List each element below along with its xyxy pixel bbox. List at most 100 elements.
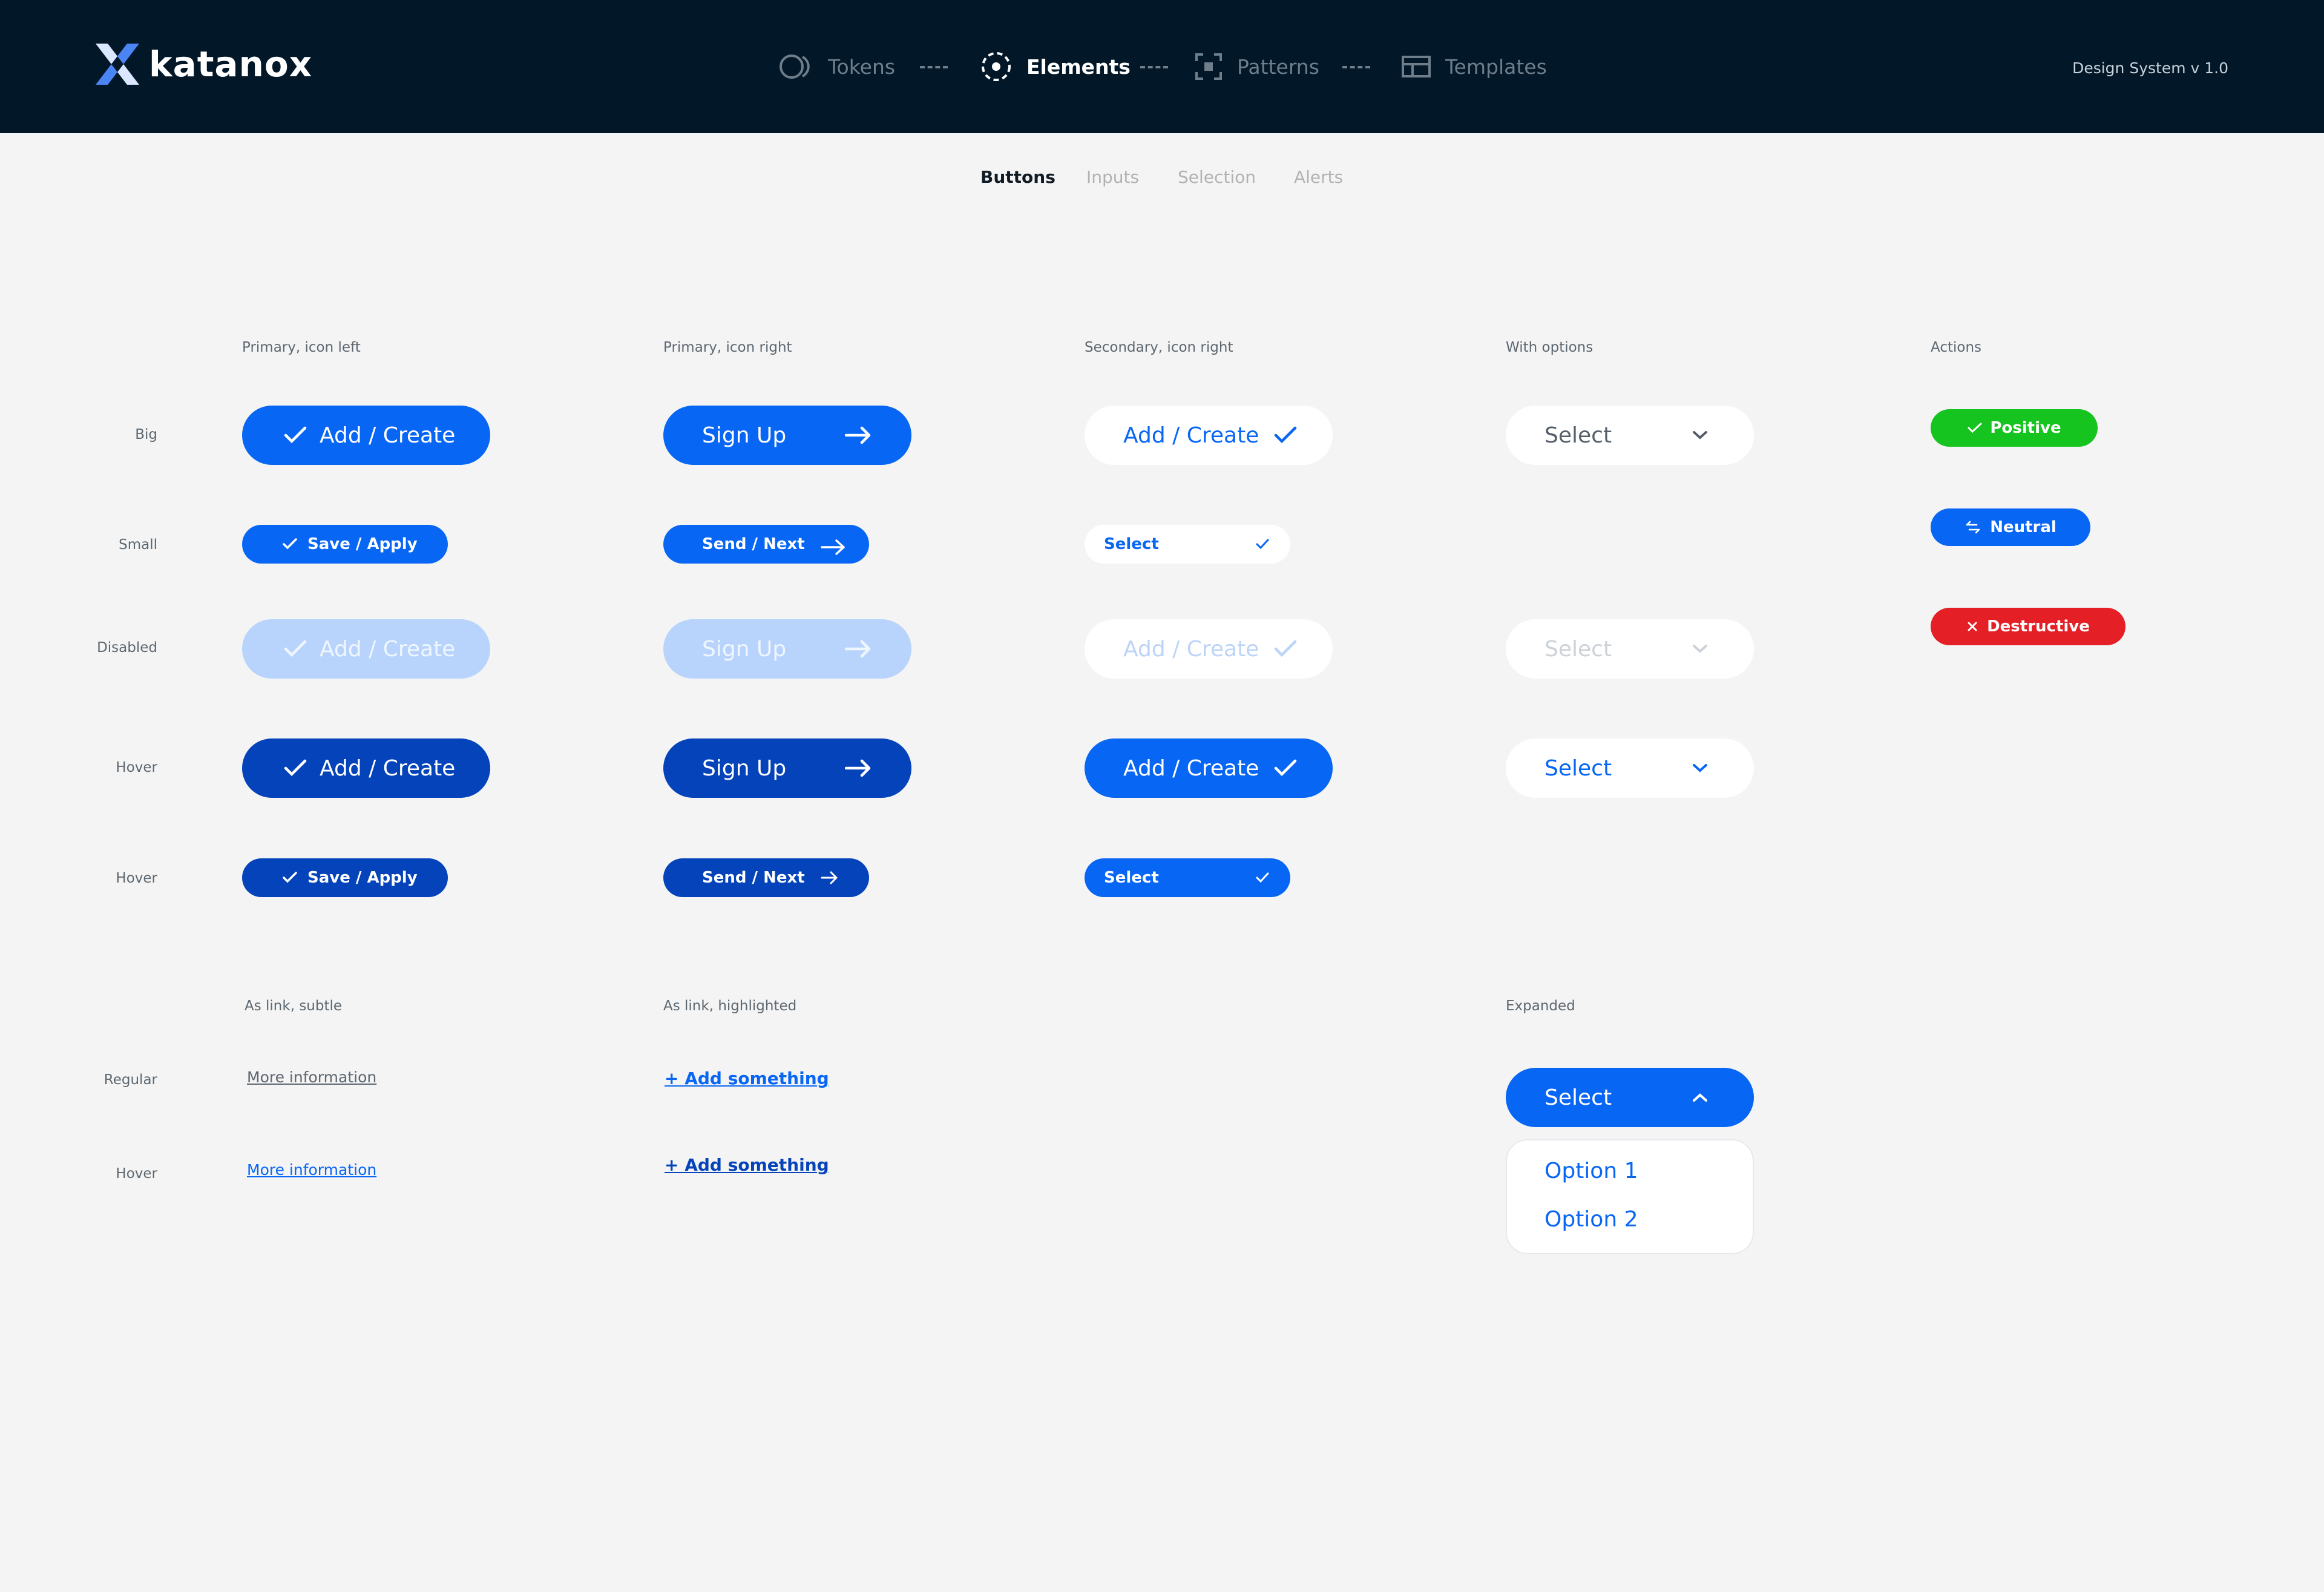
brand-name: katanox: [149, 44, 313, 85]
neutral-button[interactable]: Neutral: [1931, 508, 2090, 546]
nav-tokens-label: Tokens: [828, 54, 896, 79]
row-header: Small: [119, 537, 157, 553]
select-small-button[interactable]: Select: [1085, 525, 1290, 564]
button-label: Add / Create: [320, 755, 456, 781]
add-create-button-hover[interactable]: Add / Create: [242, 738, 490, 798]
sign-up-button-hover[interactable]: Sign Up: [663, 738, 911, 798]
nav-templates-label: Templates: [1445, 54, 1547, 79]
chevron-up-icon: [1693, 1093, 1707, 1102]
more-information-link-hover[interactable]: More information: [247, 1161, 376, 1179]
tab-alerts[interactable]: Alerts: [1294, 167, 1343, 187]
row-header: Regular: [103, 1072, 157, 1088]
more-information-link[interactable]: More information: [247, 1068, 376, 1086]
logo[interactable]: katanox: [96, 44, 312, 85]
check-icon: [1256, 539, 1269, 550]
nav-tokens[interactable]: Tokens: [780, 48, 895, 85]
swap-arrows-icon: [1966, 521, 1980, 534]
patterns-icon: [1195, 53, 1222, 80]
tab-selection[interactable]: Selection: [1178, 167, 1256, 187]
nav-elements[interactable]: Elements: [980, 48, 1131, 85]
tokens-icon: [780, 54, 810, 79]
button-label: Add / Create: [320, 423, 456, 448]
arrow-right-icon: [845, 640, 871, 658]
templates-icon: [1402, 56, 1431, 77]
column-header: Primary, icon right: [663, 340, 792, 355]
check-icon: [1275, 640, 1297, 657]
button-label: Add / Create: [320, 636, 456, 662]
button-label: Neutral: [1990, 518, 2056, 536]
chevron-down-icon: [1693, 431, 1707, 439]
top-header: katanox Tokens Elements Patterns Templat…: [0, 0, 2324, 133]
chevron-down-icon: [1693, 764, 1707, 772]
positive-button[interactable]: Positive: [1931, 409, 2098, 447]
button-label: Destructive: [1987, 617, 2090, 636]
arrow-right-icon: [845, 426, 871, 444]
check-icon: [284, 759, 307, 777]
nav-patterns[interactable]: Patterns: [1195, 48, 1319, 85]
button-label: Add / Create: [1123, 755, 1259, 781]
save-apply-button-hover[interactable]: Save / Apply: [242, 858, 448, 897]
dropdown-option[interactable]: Option 1: [1544, 1159, 1638, 1183]
add-create-secondary-hover[interactable]: Add / Create: [1085, 738, 1333, 798]
arrow-right-icon: [820, 539, 845, 555]
sign-up-button[interactable]: Sign Up: [663, 406, 911, 465]
select-small-button-hover[interactable]: Select: [1085, 858, 1290, 897]
add-something-link-hover[interactable]: + Add something: [665, 1155, 829, 1175]
nav-patterns-label: Patterns: [1237, 54, 1319, 79]
column-header: Actions: [1931, 340, 1982, 355]
send-next-button[interactable]: Send / Next: [663, 525, 869, 564]
select-dropdown-expanded[interactable]: Select: [1506, 1068, 1754, 1127]
tab-buttons[interactable]: Buttons: [980, 167, 1055, 187]
chevron-down-icon: [1693, 645, 1707, 653]
elements-icon: [982, 52, 1011, 81]
row-header: Hover: [116, 870, 157, 886]
check-icon: [1256, 872, 1269, 883]
tab-inputs[interactable]: Inputs: [1086, 167, 1139, 187]
button-label: Select: [1104, 535, 1159, 553]
add-create-secondary-disabled[interactable]: Add / Create: [1085, 619, 1333, 679]
destructive-button[interactable]: Destructive: [1931, 608, 2125, 645]
button-label: Sign Up: [702, 636, 787, 662]
check-icon: [284, 640, 307, 657]
select-dropdown[interactable]: Select: [1506, 406, 1754, 465]
katanox-logo-icon: [96, 44, 139, 85]
check-icon: [284, 426, 307, 444]
add-create-button-disabled[interactable]: Add / Create: [242, 619, 490, 679]
column-header: Expanded: [1506, 998, 1575, 1014]
version-label: Design System v 1.0: [2072, 59, 2228, 77]
check-icon: [1968, 423, 1982, 433]
arrow-right-icon: [845, 759, 871, 777]
column-header: With options: [1506, 340, 1594, 355]
add-create-secondary-button[interactable]: Add / Create: [1085, 406, 1333, 465]
arrow-right-icon: [821, 871, 838, 884]
column-header: As link, subtle: [245, 998, 343, 1014]
row-header: Big: [135, 427, 157, 442]
row-header: Hover: [116, 760, 157, 775]
select-label: Select: [1544, 1085, 1612, 1110]
nav-elements-label: Elements: [1026, 54, 1131, 79]
row-header: Hover: [116, 1166, 157, 1182]
sign-up-button-disabled[interactable]: Sign Up: [663, 619, 911, 679]
button-label: Select: [1104, 869, 1159, 887]
save-apply-button[interactable]: Save / Apply: [242, 525, 448, 564]
sub-navigation: Buttons Inputs Selection Alerts: [0, 167, 2324, 197]
check-icon: [283, 538, 297, 550]
column-header: Primary, icon left: [242, 340, 361, 355]
row-header: Disabled: [97, 640, 157, 656]
button-label: Send / Next: [702, 869, 805, 887]
close-icon: [1968, 622, 1977, 631]
send-next-button-hover[interactable]: Send / Next: [663, 858, 869, 897]
nav-separator: [1342, 66, 1370, 68]
button-label: Positive: [1990, 419, 2061, 437]
select-dropdown-hover[interactable]: Select: [1506, 738, 1754, 798]
button-label: Send / Next: [702, 535, 805, 553]
add-create-button[interactable]: Add / Create: [242, 406, 490, 465]
nav-separator: [920, 66, 948, 68]
button-label: Add / Create: [1123, 423, 1259, 448]
select-dropdown-disabled[interactable]: Select: [1506, 619, 1754, 679]
button-label: Save / Apply: [307, 535, 418, 553]
dropdown-option[interactable]: Option 2: [1544, 1207, 1638, 1232]
add-something-link[interactable]: + Add something: [665, 1068, 829, 1088]
nav-templates[interactable]: Templates: [1402, 48, 1547, 85]
nav-separator: [1140, 66, 1168, 68]
